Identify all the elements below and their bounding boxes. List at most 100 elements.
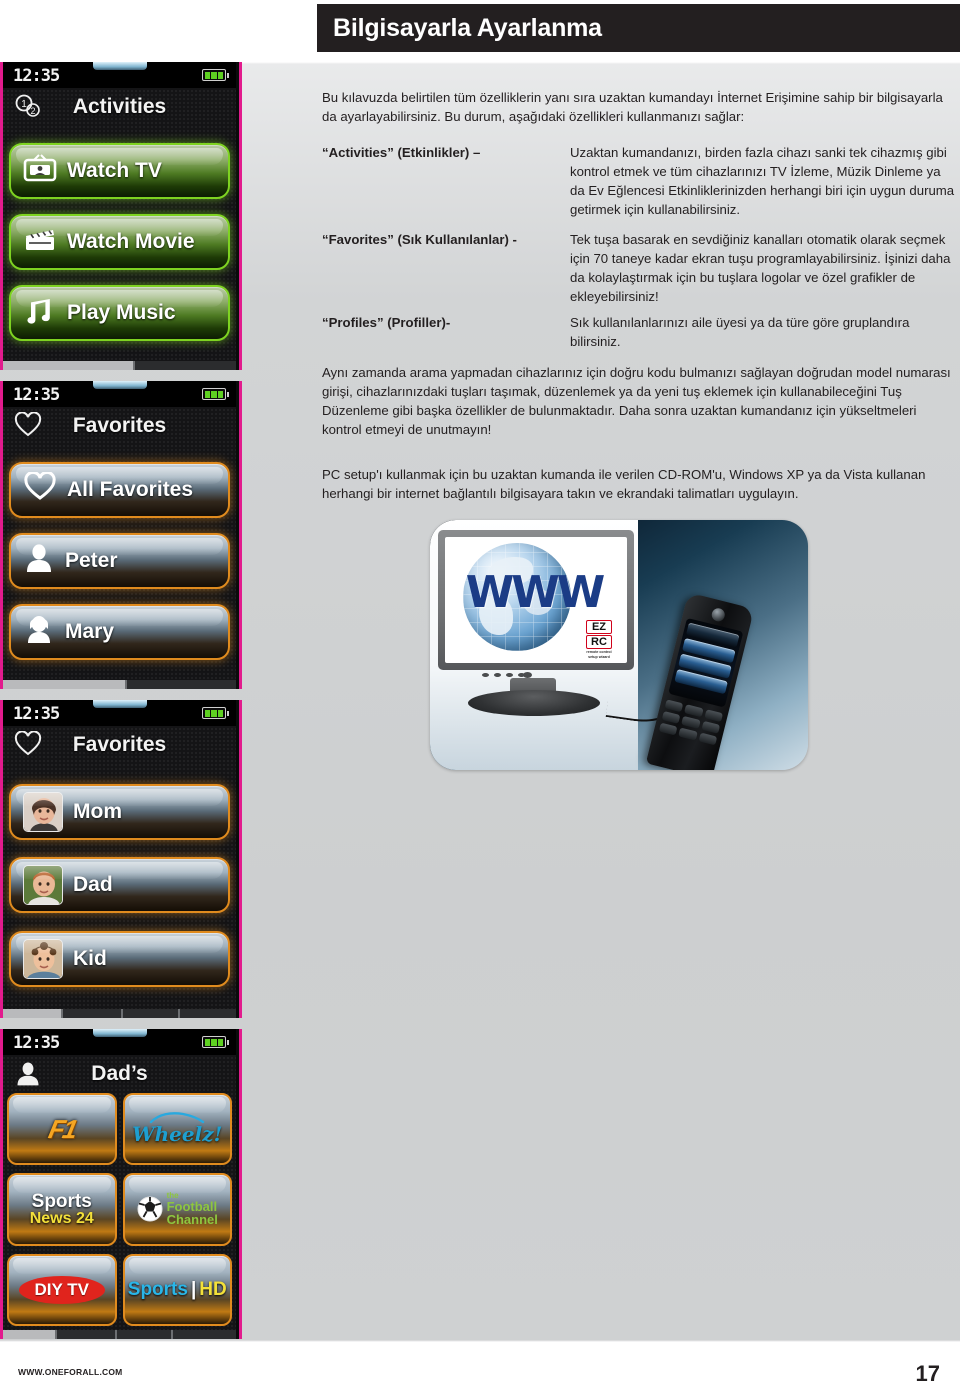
tile-glare (13, 1257, 111, 1274)
favorites-list: All Favorites Peter Mary (9, 447, 230, 675)
www-text: WWW (465, 567, 606, 618)
sports-news-line2: News 24 (29, 1209, 94, 1227)
device-screen-dads-favorites: 12:35 Dad’s F1 Wheelz! Sports News 24 th… (0, 1029, 242, 1339)
setup-paragraph: PC setup'ı kullanmak için bu uzaktan kum… (322, 467, 926, 501)
device-screen-activities: 12:35 1 2 Activities Watch TV Watch Movi… (0, 62, 242, 370)
tile-glare (13, 1097, 111, 1113)
tile-glare (13, 1177, 111, 1194)
list-item-label: All Favorites (67, 478, 194, 501)
tv-icon (23, 154, 57, 188)
list-item-play-music[interactable]: Play Music (9, 285, 230, 341)
sports-hd-separator: | (190, 1278, 197, 1300)
person-icon (23, 614, 55, 650)
photo-avatar-kid (23, 938, 63, 979)
speaker-notch (92, 62, 147, 70)
activities-list: Watch TV Watch Movie Play Music (9, 128, 230, 356)
clock-label: 12:35 (13, 1033, 60, 1053)
list-item-kid[interactable]: Kid (9, 930, 230, 987)
computer-monitor: WWW EZ RC remote control setup wizard (438, 530, 634, 716)
page-root: Bilgisayarla Ayarlanma 12:35 1 2 Activit… (0, 0, 960, 1399)
screen-scrollbar[interactable] (3, 1009, 236, 1018)
football-channel-logo: the Football Channel (137, 1192, 218, 1226)
tile-glare (128, 1257, 226, 1274)
monitor-stand-base (468, 690, 600, 716)
tile-sports-news-24[interactable]: Sports News 24 (7, 1173, 117, 1246)
tile-f1[interactable]: F1 (7, 1093, 117, 1166)
screen-scrollbar[interactable] (3, 361, 236, 370)
sports-hd-line2: HD (199, 1278, 227, 1300)
footer-page-number: 17 (915, 1361, 940, 1386)
heart-icon (23, 470, 57, 508)
list-item-label: Mom (73, 799, 122, 823)
list-item-label: Peter (65, 549, 118, 572)
music-note-icon (23, 296, 57, 330)
tile-wheelz[interactable]: Wheelz! (122, 1093, 232, 1166)
list-item-label: Kid (73, 946, 107, 970)
footer-url[interactable]: WWW.ONEFORALL.COM (18, 1367, 122, 1377)
screen-title: Dad’s (91, 1062, 148, 1085)
ezrc-line1: EZ (586, 620, 612, 635)
ezrc-badge: EZ RC remote control setup wizard (577, 620, 621, 659)
screen-title: Favorites (72, 733, 167, 756)
tile-glare (128, 1177, 226, 1194)
device-screen-favorites-photos: 12:35 Favorites Mom Dad Kid (0, 700, 242, 1018)
favorites-photo-list: Mom Dad Kid (9, 766, 230, 1004)
monitor-bezel: WWW EZ RC remote control setup wizard (438, 530, 634, 670)
definition-label-profiles: “Profiles” (Profiller)- (322, 315, 451, 330)
definition-label-activities: “Activities” (Etkinlikler) – (322, 145, 481, 160)
speaker-notch (92, 1029, 147, 1037)
list-item-mary[interactable]: Mary (9, 604, 230, 660)
list-item-all-favorites[interactable]: All Favorites (9, 462, 230, 518)
tile-football-channel[interactable]: the Football Channel (122, 1173, 232, 1246)
ezrc-line2: RC (586, 635, 612, 650)
page-header-bar: Bilgisayarla Ayarlanma (317, 4, 960, 52)
person-icon (23, 543, 55, 579)
monitor-control-buttons[interactable] (482, 673, 525, 677)
tile-glare (128, 1097, 226, 1113)
tile-diy-tv[interactable]: DIY TV (7, 1253, 117, 1326)
sports-hd-logo: Sports | HD (128, 1279, 227, 1301)
device-screen-favorites-profiles: 12:35 Favorites All Favorites Peter Mary (0, 381, 242, 689)
f1-logo: F1 (45, 1113, 79, 1144)
screen-title: Favorites (72, 414, 167, 437)
screen-scrollbar[interactable] (3, 1330, 236, 1339)
soccer-ball-icon (137, 1196, 163, 1222)
list-item-watch-tv[interactable]: Watch TV (9, 143, 230, 199)
list-item-watch-movie[interactable]: Watch Movie (9, 214, 230, 270)
monitor-screen: WWW EZ RC remote control setup wizard (445, 537, 627, 663)
sports-news-logo: Sports News 24 (30, 1192, 94, 1227)
photo-avatar-mom (23, 791, 63, 832)
speaker-notch (92, 700, 147, 708)
battery-icon (202, 1036, 229, 1048)
intro-paragraph: Bu kılavuzda belirtilen tüm özelliklerin… (322, 90, 943, 124)
list-item-label: Play Music (67, 301, 176, 324)
clock-label: 12:35 (13, 704, 60, 724)
list-item-label: Watch Movie (67, 230, 195, 253)
speaker-notch (92, 381, 147, 389)
ezrc-caption2: setup wizard (588, 654, 610, 659)
page-title: Bilgisayarla Ayarlanma (333, 14, 602, 42)
list-item-label: Dad (73, 873, 113, 896)
list-item-label: Mary (65, 620, 115, 643)
clapperboard-icon (23, 225, 57, 259)
screen-scrollbar[interactable] (3, 680, 236, 689)
channel-tile-grid: F1 Wheelz! Sports News 24 the Football C… (7, 1093, 232, 1326)
sports-news-line1: Sports (31, 1190, 92, 1212)
battery-icon (202, 388, 229, 400)
clock-label: 12:35 (13, 385, 60, 405)
photo-avatar-dad (23, 865, 63, 905)
remote-keypad[interactable] (658, 699, 724, 746)
definition-body-activities: Uzaktan kumandanızı, birden fazla cihazı… (570, 145, 955, 217)
wheelz-logo: Wheelz! (132, 1122, 223, 1147)
battery-icon (202, 707, 229, 719)
list-item-dad[interactable]: Dad (9, 857, 230, 913)
features-paragraph: Aynı zamanda arama yapmadan cihazlarınız… (322, 365, 951, 437)
definition-body-favorites: Tek tuşa basarak en sevdiğiniz kanalları… (570, 232, 951, 304)
list-item-mom[interactable]: Mom (9, 783, 230, 840)
remote-top-button[interactable] (709, 606, 726, 623)
football-line3: Channel (166, 1212, 218, 1228)
screen-title: Activities (72, 95, 167, 118)
list-item-peter[interactable]: Peter (9, 533, 230, 589)
tile-sports-hd[interactable]: Sports | HD (122, 1253, 232, 1326)
definition-body-profiles: Sık kullanılanlarınızı aile üyesi ya da … (570, 315, 910, 349)
